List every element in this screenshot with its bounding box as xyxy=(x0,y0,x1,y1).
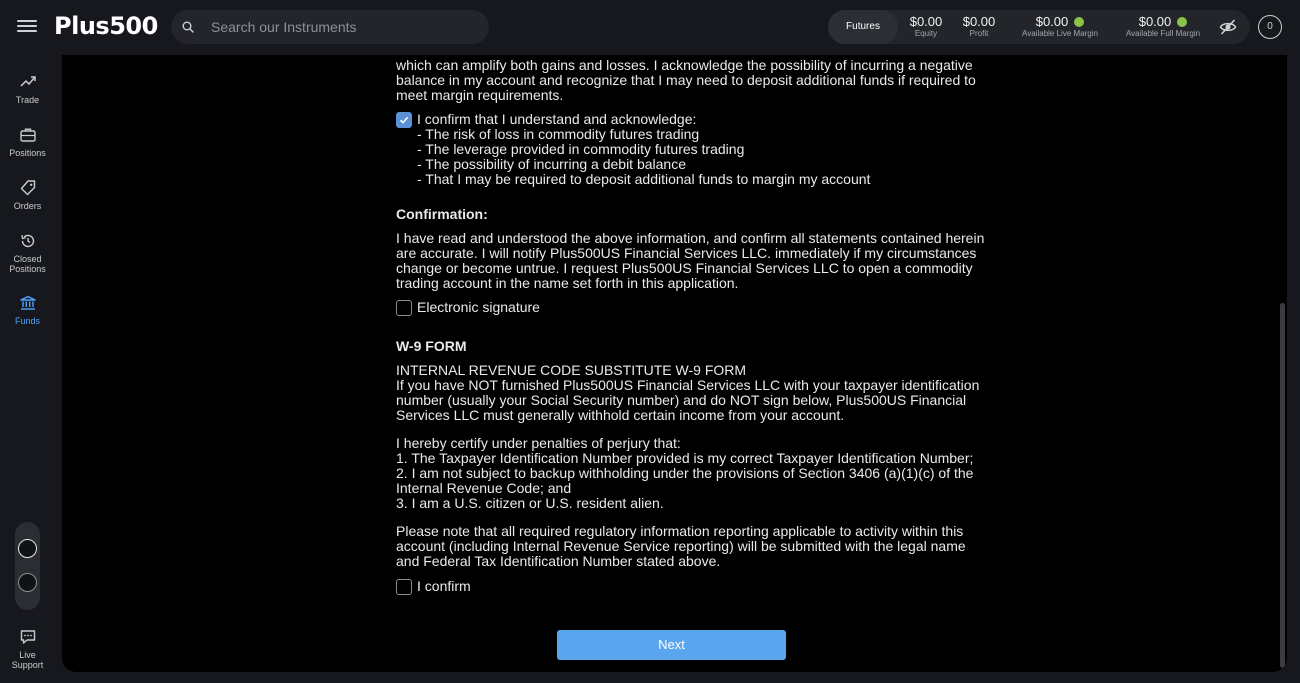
trend-line-icon xyxy=(19,76,36,87)
acknowledge-checkbox[interactable] xyxy=(396,112,412,128)
checkmark-icon xyxy=(399,116,409,124)
history-clock-icon xyxy=(20,234,34,248)
available-live-margin-value: $0.00 xyxy=(1035,14,1069,29)
available-live-margin-label: Available Live Margin xyxy=(1022,29,1098,38)
confirmation-line: are accurate. I will notify Plus500US Fi… xyxy=(396,245,977,261)
account-summary-bar: Futures $0.00 Equity $0.00 Profit $0.00 … xyxy=(828,10,1250,44)
alt-theme-icon[interactable] xyxy=(18,573,37,592)
briefcase-icon xyxy=(19,128,36,142)
hamburger-menu-icon[interactable] xyxy=(17,17,37,37)
futures-button[interactable]: Futures xyxy=(828,10,898,44)
note-line: Please note that all required regulatory… xyxy=(396,523,964,539)
search-icon xyxy=(182,21,194,33)
nav-label-closed: Closed xyxy=(13,254,42,264)
profit-label: Profit xyxy=(969,29,989,38)
acknowledge-line: - The leverage provided in commodity fut… xyxy=(417,141,745,157)
w9-line: number (usually your Social Security num… xyxy=(396,392,967,408)
profit-stat[interactable]: $0.00 Profit xyxy=(961,14,997,39)
certify-line: 2. I am not subject to backup withholdin… xyxy=(396,465,974,481)
w9-line: If you have NOT furnished Plus500US Fina… xyxy=(396,377,980,393)
scrollbar-thumb[interactable] xyxy=(1280,303,1285,668)
nav-label-positions: Positions xyxy=(9,148,46,158)
intro-line: which can amplify both gains and losses.… xyxy=(396,57,973,73)
confirmation-paragraph: I have read and understood the above inf… xyxy=(396,230,985,291)
equity-label: Equity xyxy=(914,29,938,38)
nav-item-positions[interactable]: Positions xyxy=(0,126,55,158)
side-navigation: Trade Positions Orders Closed Positions xyxy=(0,55,55,683)
profit-value: $0.00 xyxy=(962,14,996,29)
w9-heading: W-9 FORM xyxy=(396,338,467,354)
acknowledge-line: - That I may be required to deposit addi… xyxy=(417,171,871,187)
dark-theme-icon[interactable] xyxy=(18,539,37,558)
certify-line: 1. The Taxpayer Identification Number pr… xyxy=(396,450,974,466)
nav-item-funds[interactable]: Funds xyxy=(0,294,55,326)
nav-label-support: Support xyxy=(11,660,44,670)
certify-line: 3. I am a U.S. citizen or U.S. resident … xyxy=(396,495,664,511)
confirmation-line: change or become untrue. I request Plus5… xyxy=(396,260,973,276)
available-live-margin-stat[interactable]: $0.00 Available Live Margin xyxy=(1015,14,1105,39)
i-confirm-checkbox[interactable] xyxy=(396,579,412,595)
certify-paragraph: I hereby certify under penalties of perj… xyxy=(396,435,974,511)
w9-line: INTERNAL REVENUE CODE SUBSTITUTE W-9 FOR… xyxy=(396,362,747,378)
nav-label-closed-positions: Positions xyxy=(9,264,46,274)
confirmation-line: I have read and understood the above inf… xyxy=(396,230,985,246)
nav-label-funds: Funds xyxy=(14,316,40,326)
note-line: account (including Internal Revenue Serv… xyxy=(396,538,966,554)
w9-paragraph: INTERNAL REVENUE CODE SUBSTITUTE W-9 FOR… xyxy=(396,362,980,423)
live-status-dot-icon xyxy=(1074,17,1085,27)
top-bar: Plus500 Futures $0.00 Equity $0.00 Profi… xyxy=(0,0,1300,55)
nav-item-orders[interactable]: Orders xyxy=(0,179,55,211)
i-confirm-label: I confirm xyxy=(417,578,471,594)
electronic-signature-checkbox[interactable] xyxy=(396,300,412,316)
acknowledge-line: - The risk of loss in commodity futures … xyxy=(417,126,700,142)
bank-icon xyxy=(19,295,36,310)
nav-item-closed-positions[interactable]: Closed Positions xyxy=(0,232,55,274)
nav-label-trade: Trade xyxy=(15,95,40,105)
intro-line: balance in my account and recognize that… xyxy=(396,72,976,88)
note-paragraph: Please note that all required regulatory… xyxy=(396,523,966,569)
search-input[interactable] xyxy=(211,10,481,44)
next-button[interactable]: Next xyxy=(557,630,786,660)
equity-value: $0.00 xyxy=(909,14,943,29)
equity-stat[interactable]: $0.00 Equity xyxy=(908,14,944,39)
nav-label-live: Live xyxy=(19,650,36,660)
available-full-margin-stat[interactable]: $0.00 Available Full Margin xyxy=(1120,14,1206,39)
intro-paragraph: which can amplify both gains and losses.… xyxy=(396,57,976,103)
acknowledge-text: I confirm that I understand and acknowle… xyxy=(417,112,870,187)
acknowledge-line: I confirm that I understand and acknowle… xyxy=(417,111,697,127)
intro-line: meet margin requirements. xyxy=(396,87,564,103)
application-form-panel: which can amplify both gains and losses.… xyxy=(62,55,1287,672)
nav-label-orders: Orders xyxy=(13,201,42,211)
search-bar[interactable] xyxy=(171,10,489,44)
tag-icon xyxy=(20,180,35,196)
available-full-margin-value: $0.00 xyxy=(1138,14,1172,29)
confirmation-line: trading account in the name set forth in… xyxy=(396,275,739,291)
electronic-signature-label: Electronic signature xyxy=(417,299,540,315)
hide-balance-eye-off-icon[interactable] xyxy=(1219,18,1237,36)
theme-switcher xyxy=(15,522,40,610)
logo: Plus500 xyxy=(54,12,158,40)
acknowledge-line: - The possibility of incurring a debit b… xyxy=(417,156,687,172)
nav-item-trade[interactable]: Trade xyxy=(0,73,55,105)
user-avatar[interactable]: 0 xyxy=(1258,15,1282,39)
full-status-dot-icon xyxy=(1177,17,1188,27)
confirmation-heading: Confirmation: xyxy=(396,206,488,222)
note-line: and Federal Tax Identification Number st… xyxy=(396,553,721,569)
available-full-margin-label: Available Full Margin xyxy=(1125,29,1201,38)
certify-line: I hereby certify under penalties of perj… xyxy=(396,435,681,451)
chat-bubble-icon xyxy=(20,630,35,644)
w9-line: Services LLC must generally withhold cer… xyxy=(396,407,845,423)
nav-item-live-support[interactable]: Live Support xyxy=(0,628,55,670)
certify-line: Internal Revenue Code; and xyxy=(396,480,572,496)
